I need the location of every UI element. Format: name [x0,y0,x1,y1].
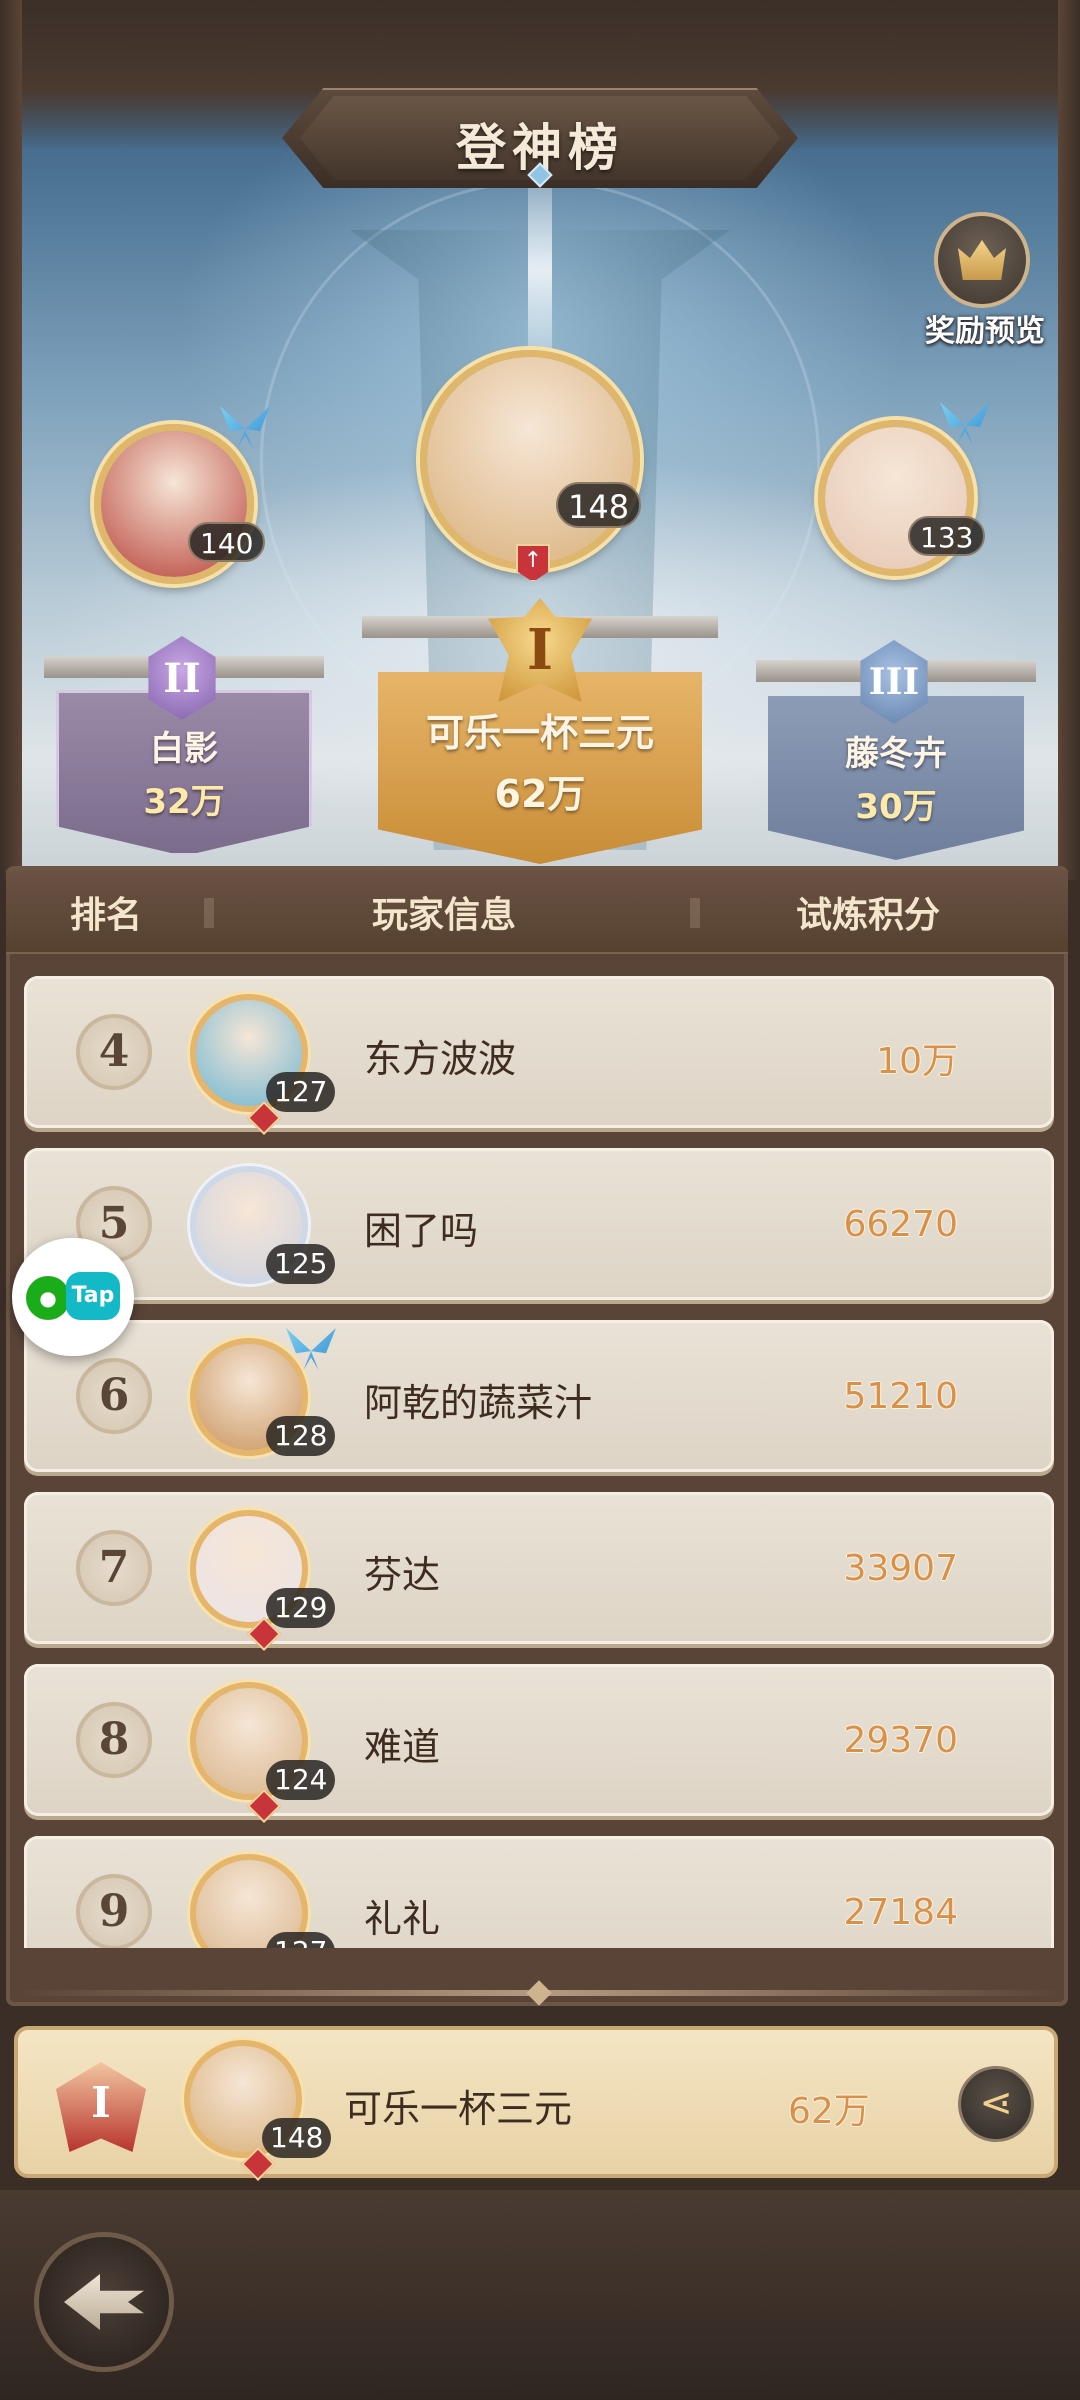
podium-3-score: 30万 [855,787,937,827]
podium-1-level: 148 [556,482,642,528]
player-score: 29370 [843,1720,958,1761]
ranking-list[interactable]: 4 127 东方波波 10万 5 125 困了吗 66270 6 128 阿乾的… [14,956,1064,1948]
player-name: 困了吗 [364,1209,479,1253]
rank-medal-icon: 8 [76,1702,152,1778]
podium-1-score: 62万 [494,772,586,816]
player-level: 128 [266,1416,336,1456]
player-score: 51210 [843,1376,958,1417]
rank-medal-icon: 4 [76,1014,152,1090]
player-score: 33907 [843,1548,958,1589]
player-level: 125 [266,1244,336,1284]
player-name: 阿乾的蔬菜汁 [364,1381,593,1425]
my-name: 可乐一杯三元 [344,2087,573,2131]
podium-2-name: 白影 [150,729,218,769]
back-button[interactable] [34,2232,174,2372]
podium-1-name: 可乐一杯三元 [425,711,654,755]
rank-medal-icon: 9 [76,1874,152,1948]
player-level: 127 [266,1932,336,1948]
reward-preview-label[interactable]: 奖励预览 [900,306,1070,350]
podium-1-plaque: 可乐一杯三元 62万 [378,672,702,864]
ranking-row[interactable]: 6 128 阿乾的蔬菜汁 51210 [24,1320,1054,1472]
player-score: 10万 [876,1041,958,1082]
my-rank-emblem-icon: I [56,2062,146,2152]
reward-preview-button[interactable] [934,212,1030,308]
ranking-row[interactable]: 7 129 芬达 33907 [24,1492,1054,1651]
taptap-icon[interactable]: Tap [66,1272,120,1320]
column-trial-score: 试炼积分 [796,895,941,936]
podium-3-name: 藤冬卉 [845,734,947,774]
ranking-row[interactable]: 9 127 礼礼 27184 [24,1836,1054,1948]
ranking-row[interactable]: 8 124 难道 29370 [24,1664,1054,1823]
player-score: 27184 [843,1892,958,1933]
podium-3-level: 133 [908,516,986,556]
rank-medal-icon: 7 [76,1530,152,1606]
my-score: 62万 [788,2091,870,2132]
rank-medal-icon: 6 [76,1358,152,1434]
crown-icon [958,240,1006,280]
column-player-info: 玩家信息 [372,895,517,936]
column-separator [690,898,700,928]
column-rank: 排名 [70,895,143,936]
wechat-icon[interactable]: ● [26,1276,70,1320]
ranking-row[interactable]: 5 125 困了吗 66270 [24,1148,1054,1300]
podium-2-level: 140 [188,522,266,562]
podium-1-avatar[interactable] [420,350,640,570]
player-level: 127 [266,1072,336,1112]
ranking-row[interactable]: 4 127 东方波波 10万 [24,976,1054,1135]
player-level: 129 [266,1588,336,1628]
player-level: 124 [266,1760,336,1800]
player-name: 芬达 [364,1553,441,1597]
podium-2-score: 32万 [143,782,225,822]
player-score: 66270 [843,1204,958,1245]
player-name: 东方波波 [364,1037,517,1081]
player-name: 难道 [364,1725,441,1769]
back-arrow-icon [64,2274,144,2330]
my-level: 148 [262,2118,332,2158]
my-rank-bar[interactable]: I 148 可乐一杯三元 62万 ⋖ [14,2026,1058,2181]
column-separator [204,898,214,928]
player-name: 礼礼 [364,1897,441,1941]
avatar-portrait [427,357,633,563]
share-button[interactable]: ⋖ [958,2066,1034,2142]
